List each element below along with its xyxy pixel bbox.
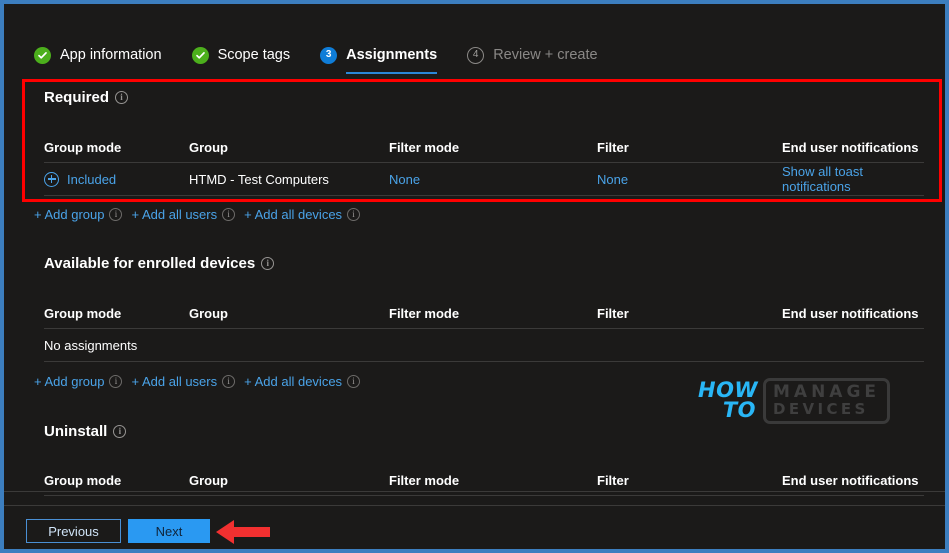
- watermark-managedevices: MANAGE DEVICES: [763, 378, 890, 424]
- column-header-filter-mode: Filter mode: [389, 140, 597, 155]
- check-icon: [34, 47, 51, 64]
- arrow-left-icon: [214, 516, 274, 548]
- info-icon[interactable]: i: [261, 257, 274, 270]
- step-number-badge: 4: [467, 47, 484, 64]
- wizard-step-label: App information: [60, 47, 162, 63]
- info-icon[interactable]: i: [109, 375, 122, 388]
- column-header-group: Group: [189, 140, 389, 155]
- add-group-link[interactable]: + Add group i: [34, 374, 127, 389]
- info-icon[interactable]: i: [109, 208, 122, 221]
- section-title-text: Uninstall: [44, 423, 107, 440]
- available-add-links: + Add group i + Add all users i + Add al…: [34, 374, 369, 389]
- section-title-text: Available for enrolled devices: [44, 255, 255, 272]
- group-value: HTMD - Test Computers: [189, 172, 389, 187]
- add-group-label: + Add group: [34, 207, 104, 222]
- window-content: App information Scope tags 3 Assignments…: [4, 4, 945, 549]
- add-all-users-label: + Add all users: [131, 374, 217, 389]
- wizard-step-app-information[interactable]: App information: [34, 38, 162, 72]
- next-button[interactable]: Next: [128, 519, 210, 543]
- check-icon: [192, 47, 209, 64]
- column-header-end-user-notifications: End user notifications: [782, 140, 924, 155]
- filter-value[interactable]: None: [597, 172, 782, 187]
- section-title-text: Required: [44, 89, 109, 106]
- column-header-filter: Filter: [597, 140, 782, 155]
- column-header-group-mode: Group mode: [44, 140, 189, 155]
- wizard-step-label: Review + create: [493, 47, 597, 63]
- add-all-devices-label: + Add all devices: [244, 374, 342, 389]
- add-all-users-link[interactable]: + Add all users i: [131, 374, 240, 389]
- add-all-devices-label: + Add all devices: [244, 207, 342, 222]
- add-all-users-label: + Add all users: [131, 207, 217, 222]
- column-header-group-mode: Group mode: [44, 306, 189, 321]
- column-header-group: Group: [189, 306, 389, 321]
- table-empty-row: No assignments: [44, 329, 924, 362]
- end-user-notifications-value[interactable]: Show all toast notifications: [782, 164, 924, 194]
- watermark-devices-text: DEVICES: [773, 402, 880, 418]
- group-mode-value: Included: [67, 172, 116, 187]
- step-number-badge: 3: [320, 47, 337, 64]
- available-table: Group mode Group Filter mode Filter End …: [44, 298, 924, 362]
- section-title-uninstall: Uninstall i: [44, 423, 126, 440]
- required-table: Group mode Group Filter mode Filter End …: [44, 132, 924, 196]
- intune-app-assignments-window: App information Scope tags 3 Assignments…: [0, 0, 949, 553]
- add-all-devices-link[interactable]: + Add all devices i: [244, 207, 365, 222]
- table-header-row: Group mode Group Filter mode Filter End …: [44, 132, 924, 163]
- table-row: Included HTMD - Test Computers None None…: [44, 163, 924, 196]
- required-add-links: + Add group i + Add all users i + Add al…: [34, 207, 369, 222]
- watermark-to-text: TO: [698, 401, 756, 421]
- info-icon[interactable]: i: [222, 375, 235, 388]
- section-title-available: Available for enrolled devices i: [44, 255, 274, 272]
- info-icon[interactable]: i: [113, 425, 126, 438]
- info-icon[interactable]: i: [347, 375, 360, 388]
- wizard-step-review-create[interactable]: 4 Review + create: [467, 38, 597, 72]
- column-header-filter-mode: Filter mode: [389, 306, 597, 321]
- previous-button[interactable]: Previous: [26, 519, 121, 543]
- wizard-steps: App information Scope tags 3 Assignments…: [34, 38, 628, 72]
- wizard-step-scope-tags[interactable]: Scope tags: [192, 38, 291, 72]
- add-group-label: + Add group: [34, 374, 104, 389]
- info-icon[interactable]: i: [115, 91, 128, 104]
- info-icon[interactable]: i: [347, 208, 360, 221]
- info-icon[interactable]: i: [222, 208, 235, 221]
- column-header-end-user-notifications: End user notifications: [782, 306, 924, 321]
- add-group-link[interactable]: + Add group i: [34, 207, 127, 222]
- no-assignments-text: No assignments: [44, 338, 137, 353]
- section-title-required: Required i: [44, 89, 128, 106]
- column-header-group: Group: [189, 473, 389, 488]
- column-header-group-mode: Group mode: [44, 473, 189, 488]
- footer-divider-top: [4, 491, 945, 492]
- wizard-step-assignments[interactable]: 3 Assignments: [320, 38, 437, 72]
- group-mode-included-link[interactable]: Included: [44, 172, 189, 187]
- column-header-filter: Filter: [597, 306, 782, 321]
- add-all-devices-link[interactable]: + Add all devices i: [244, 374, 365, 389]
- column-header-filter: Filter: [597, 473, 782, 488]
- howtomanagedevices-watermark: HOW TO MANAGE DEVICES: [698, 372, 878, 430]
- filter-mode-value[interactable]: None: [389, 172, 597, 187]
- add-all-users-link[interactable]: + Add all users i: [131, 207, 240, 222]
- plus-circle-icon: [44, 172, 59, 187]
- wizard-step-label: Assignments: [346, 47, 437, 63]
- column-header-filter-mode: Filter mode: [389, 473, 597, 488]
- watermark-howto: HOW TO: [698, 381, 756, 421]
- column-header-end-user-notifications: End user notifications: [782, 473, 924, 488]
- wizard-step-label: Scope tags: [218, 47, 291, 63]
- table-header-row: Group mode Group Filter mode Filter End …: [44, 298, 924, 329]
